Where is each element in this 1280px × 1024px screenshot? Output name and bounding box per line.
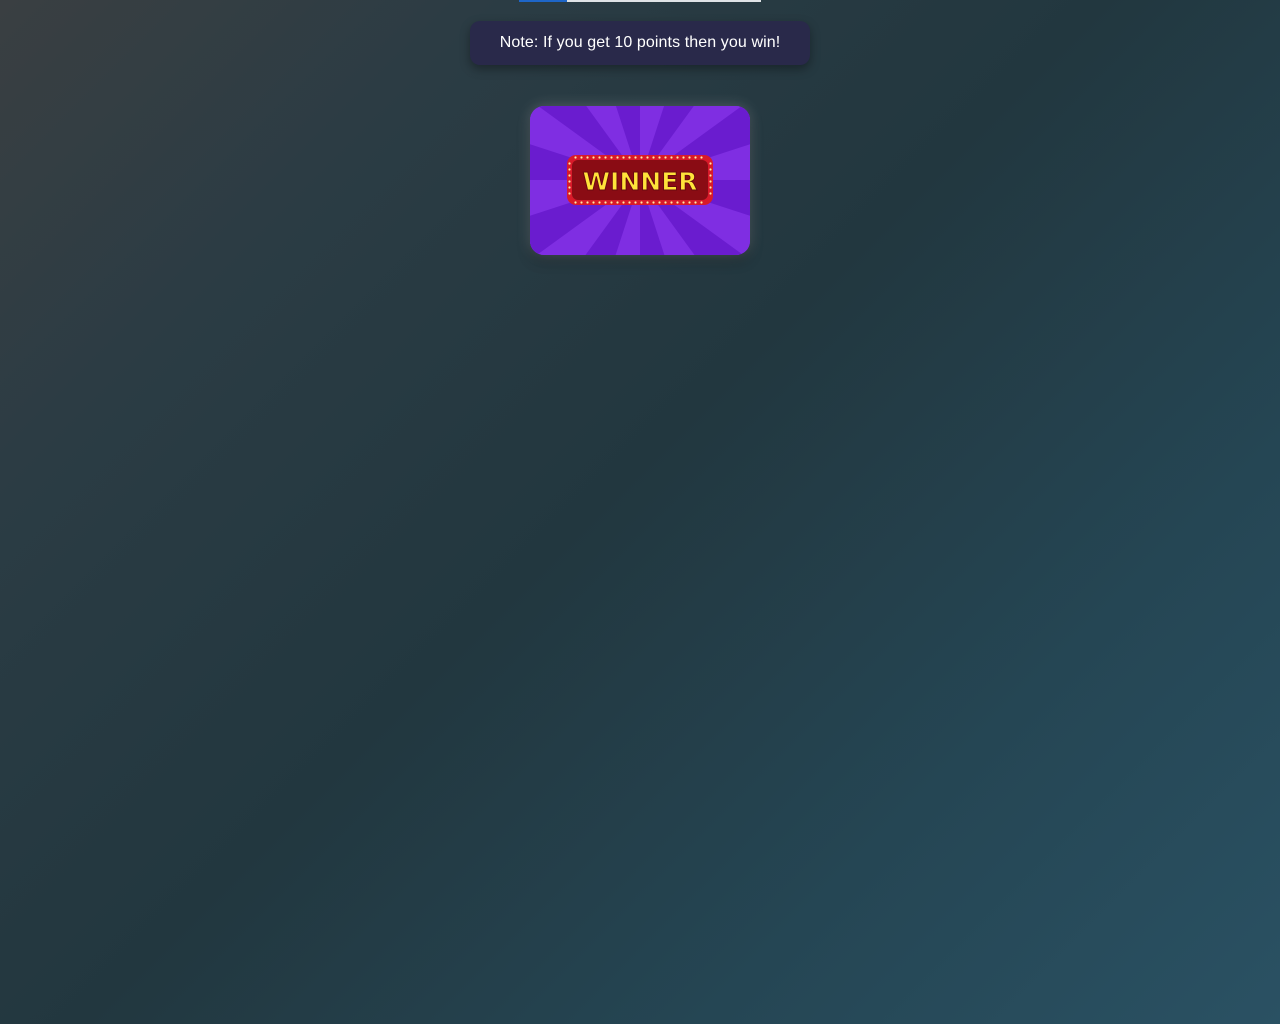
sign-bulb: [700, 156, 703, 159]
sign-bulb: [682, 201, 685, 204]
sign-bulb: [676, 201, 679, 204]
sign-bulb: [709, 168, 712, 171]
sign-bulb: [580, 201, 583, 204]
sign-bulb: [634, 156, 637, 159]
sign-bulb: [604, 201, 607, 204]
sign-bulb: [616, 156, 619, 159]
sign-bulb: [676, 156, 679, 159]
sign-bulb: [598, 201, 601, 204]
sign-bulb: [610, 156, 613, 159]
sign-bulb: [688, 156, 691, 159]
sign-bulb: [709, 192, 712, 195]
winner-sign: WINNER: [567, 155, 713, 205]
sign-bulb: [628, 156, 631, 159]
sign-bulb: [709, 162, 712, 165]
sign-bulb: [610, 201, 613, 204]
sign-bulb: [640, 201, 643, 204]
sign-bulb: [709, 180, 712, 183]
sign-bulb: [658, 201, 661, 204]
sign-bulb: [568, 180, 571, 183]
sign-bulb: [574, 201, 577, 204]
sign-bulb: [568, 186, 571, 189]
sign-bulb: [700, 201, 703, 204]
sign-bulb: [622, 201, 625, 204]
sign-bulb: [646, 156, 649, 159]
win-condition-note: Note: If you get 10 points then you win!: [470, 21, 810, 65]
sign-bulb: [586, 201, 589, 204]
note-text: Note: If you get 10 points then you win!: [499, 34, 781, 51]
sign-bulb: [598, 156, 601, 159]
sign-bulb: [568, 192, 571, 195]
sign-bulb: [664, 156, 667, 159]
sign-bulb: [640, 156, 643, 159]
sign-bulb: [688, 201, 691, 204]
sign-bulb: [586, 156, 589, 159]
sign-bulb: [616, 201, 619, 204]
sign-bulb: [568, 174, 571, 177]
sign-bulb: [646, 201, 649, 204]
sign-bulb: [670, 156, 673, 159]
sign-bulb: [634, 201, 637, 204]
sign-bulb: [628, 201, 631, 204]
winner-banner-graphic: WINNER: [530, 106, 750, 255]
sign-bulb: [670, 201, 673, 204]
sign-bulb: [568, 168, 571, 171]
sign-bulb: [580, 156, 583, 159]
sign-bulb: [652, 156, 655, 159]
sign-bulb: [682, 156, 685, 159]
sign-bulb: [604, 156, 607, 159]
sign-bulb: [694, 201, 697, 204]
sign-bulb: [652, 201, 655, 204]
sign-bulb: [694, 156, 697, 159]
sign-bulb: [568, 162, 571, 165]
sign-bulb: [574, 156, 577, 159]
sign-bulb: [658, 156, 661, 159]
sign-bulb: [622, 156, 625, 159]
winner-banner-card: WINNER: [530, 106, 750, 255]
sign-bulb: [664, 201, 667, 204]
score-progress-fill: [519, 0, 568, 2]
sign-bulb: [592, 156, 595, 159]
winner-label: WINNER: [582, 167, 697, 196]
sign-bulb: [709, 186, 712, 189]
score-progress-bar: [519, 0, 761, 2]
sign-bulb: [709, 174, 712, 177]
sign-bulb: [592, 201, 595, 204]
